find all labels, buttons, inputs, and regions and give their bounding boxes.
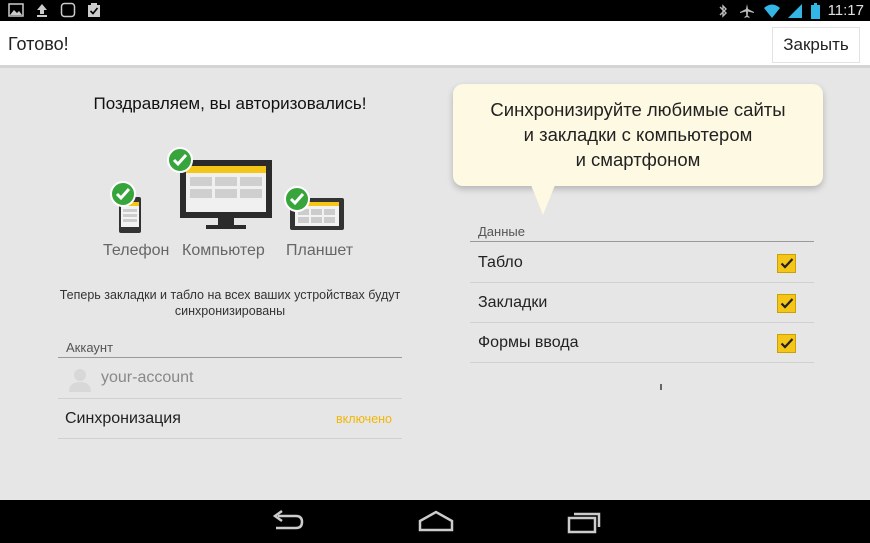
sync-description: Теперь закладки и табло на всех ваших ус… — [59, 288, 401, 318]
data-section-header: Данные — [478, 224, 525, 239]
data-row-label: Формы ввода — [478, 334, 579, 351]
airplane-icon — [739, 3, 755, 19]
account-header-divider — [58, 357, 402, 358]
sync-row-divider — [58, 438, 402, 439]
tooltip-line-3: и смартфоном — [575, 149, 701, 170]
tablo-checkbox[interactable] — [777, 254, 796, 273]
data-row-forms[interactable]: Формы ввода — [470, 323, 814, 363]
sync-status: включено — [336, 412, 392, 426]
upload-icon — [34, 2, 50, 18]
computer-device — [178, 158, 278, 236]
action-bar: Готово! Закрыть — [0, 21, 870, 68]
account-name: your-account — [101, 369, 194, 386]
account-row-divider — [58, 398, 402, 399]
tooltip-line-1: Синхронизируйте любимые сайты — [490, 99, 786, 120]
close-button[interactable]: Закрыть — [772, 27, 860, 63]
status-bar: 11:17 — [0, 0, 870, 21]
data-header-divider — [470, 241, 814, 242]
avatar-icon — [66, 365, 94, 393]
scroll-indicator — [660, 384, 662, 390]
page-title: Готово! — [8, 34, 69, 54]
phone-label: Телефон — [103, 242, 170, 259]
clock-time: 11:17 — [827, 2, 864, 19]
tooltip-line-2: и закладки с компьютером — [523, 124, 753, 145]
battery-icon — [810, 2, 820, 19]
data-row-divider — [470, 362, 814, 363]
data-row-label: Табло — [478, 254, 523, 271]
data-row-bookmarks[interactable]: Закладки — [470, 283, 814, 323]
phone-check-icon — [110, 181, 136, 207]
sync-tooltip: Синхронизируйте любимые сайты и закладки… — [453, 84, 823, 186]
data-row-label: Закладки — [478, 294, 548, 311]
back-icon[interactable] — [268, 508, 308, 536]
tablet-label: Планшет — [286, 242, 354, 259]
bookmarks-checkbox[interactable] — [777, 294, 796, 313]
account-row[interactable]: your-account — [58, 359, 402, 397]
congrats-heading: Поздравляем, вы авторизовались! — [93, 94, 367, 113]
signal-icon — [787, 3, 803, 19]
navigation-bar — [0, 500, 870, 543]
forms-checkbox[interactable] — [777, 334, 796, 353]
recent-apps-icon[interactable] — [564, 508, 604, 536]
clipboard-check-icon — [86, 2, 102, 18]
sync-label[interactable]: Синхронизация — [65, 410, 181, 428]
computer-check-icon — [167, 147, 193, 173]
home-icon[interactable] — [416, 508, 456, 536]
bluetooth-icon — [715, 3, 731, 19]
account-section-header: Аккаунт — [66, 340, 114, 355]
devices-illustration: Телефон Компьютер Планшет — [58, 146, 402, 266]
tooltip-tail — [531, 185, 555, 215]
image-icon — [8, 2, 24, 18]
wifi-icon — [763, 3, 780, 19]
window-icon — [60, 2, 76, 18]
tablet-check-icon — [284, 186, 310, 212]
data-row-tablo[interactable]: Табло — [470, 243, 814, 283]
computer-label: Компьютер — [182, 242, 265, 259]
tooltip-text: Синхронизируйте любимые сайты и закладки… — [453, 97, 823, 172]
